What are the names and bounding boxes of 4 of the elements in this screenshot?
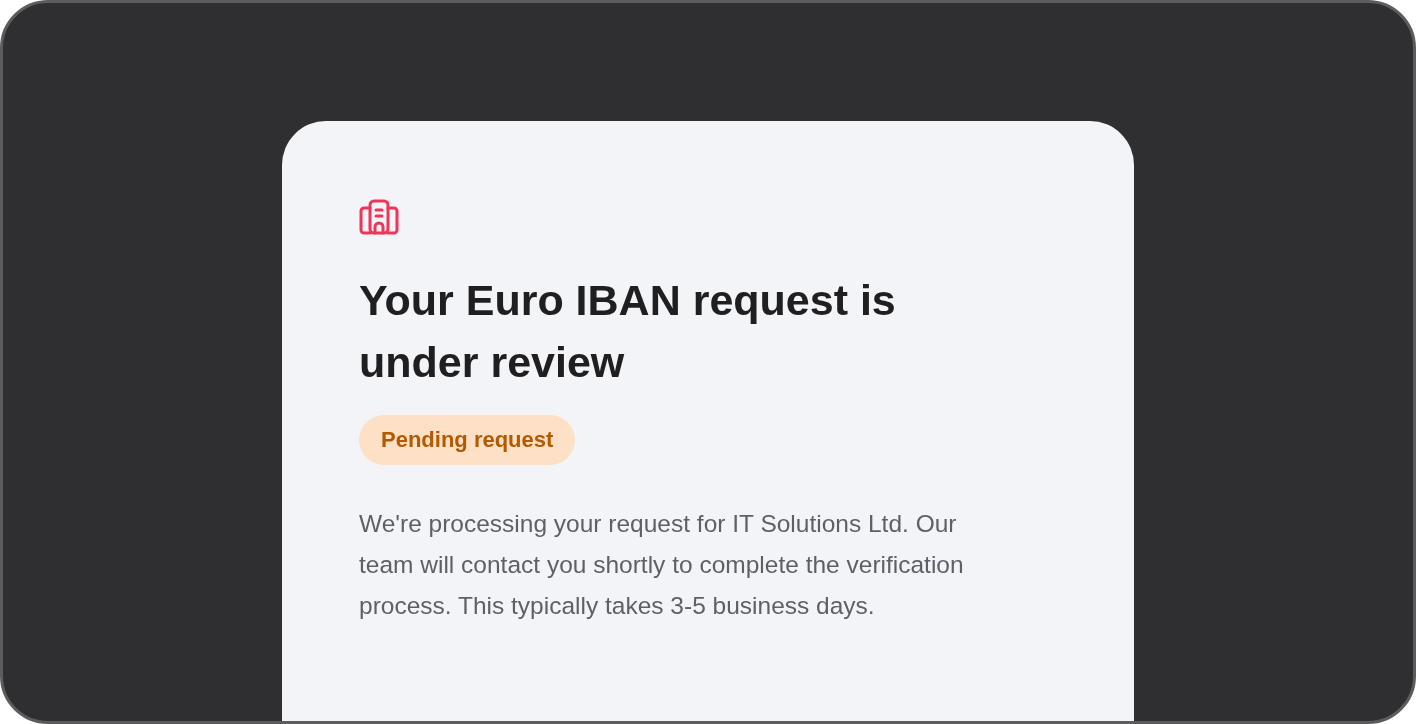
card-description: We're processing your request for IT Solutions Ltd. Our team will contact you shortly to complete the verification process. This typically takes 3-5 business days. bbox=[359, 509, 965, 621]
building-icon bbox=[359, 199, 399, 235]
card-title: Your Euro IBAN request is under review bbox=[359, 275, 897, 388]
status-badge: Pending request bbox=[359, 415, 576, 465]
